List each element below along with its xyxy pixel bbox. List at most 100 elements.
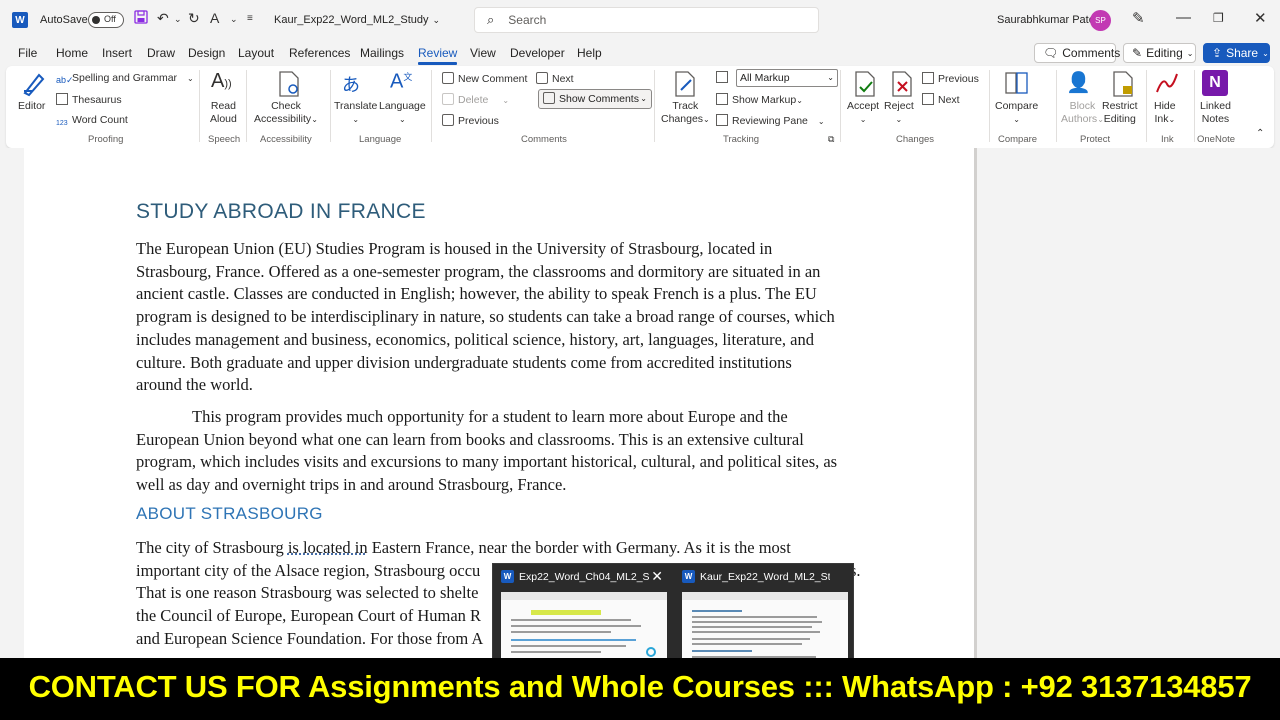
track-changes-button[interactable]: Track Changes⌄ <box>661 100 710 126</box>
restrict-editing-button[interactable]: Restrict Editing <box>1102 100 1138 126</box>
chevron-down-icon: ⌄ <box>1186 48 1194 58</box>
undo-icon[interactable]: ↶ <box>157 10 169 27</box>
autosave-toggle[interactable]: Off <box>88 12 124 28</box>
grammar-flag-text[interactable]: is located in <box>288 538 368 557</box>
undo-dropdown-icon[interactable]: ⌄ <box>174 14 182 25</box>
check-accessibility-button[interactable]: Check Accessibility⌄ <box>254 100 318 126</box>
tab-help[interactable]: Help <box>577 46 602 60</box>
divider <box>1194 70 1195 142</box>
track-line1: Track <box>672 100 699 112</box>
text-line: culture. Both graduate and upper divisio… <box>136 352 792 372</box>
tab-mailings[interactable]: Mailings <box>360 46 404 60</box>
search-box[interactable]: ⌕ Search <box>474 7 819 33</box>
new-comment-button[interactable]: New Comment <box>442 72 527 85</box>
editing-button[interactable]: ✎ Editing ⌄ <box>1123 43 1196 63</box>
tab-file[interactable]: File <box>18 46 37 60</box>
editor-button[interactable]: Editor <box>18 100 45 113</box>
tab-review[interactable]: Review <box>418 46 458 65</box>
delete-comment-button[interactable]: Delete ⌄ <box>442 93 509 106</box>
pen-icon[interactable]: ✎ <box>1132 9 1145 27</box>
next-comment-icon <box>536 72 548 84</box>
group-label-changes: Changes <box>896 134 935 145</box>
redo-icon[interactable]: ↻ <box>188 10 200 27</box>
tab-developer[interactable]: Developer <box>510 46 565 60</box>
group-label-compare: Compare <box>998 134 1038 145</box>
track-line2-text: Changes <box>661 113 704 125</box>
font-color-icon[interactable]: A <box>210 10 219 26</box>
word-count-label: Word Count <box>72 114 128 126</box>
text-line: The European Union (EU) Studies Program … <box>136 239 773 258</box>
minimize-icon[interactable]: — <box>1176 9 1191 26</box>
markup-select[interactable]: All Markup ⌄ <box>736 69 838 87</box>
block-line1: Block <box>1069 100 1096 112</box>
text-run: The city of Strasbourg <box>136 538 288 557</box>
collapse-ribbon-icon[interactable]: ⌃ <box>1256 128 1264 139</box>
save-icon[interactable] <box>134 10 148 27</box>
delete-comment-icon <box>442 93 454 105</box>
comments-button[interactable]: 🗨 Comments <box>1034 43 1120 63</box>
block-authors-button[interactable]: Block Authors⌄ <box>1061 100 1104 126</box>
paragraph-1: The European Union (EU) Studies Program … <box>136 238 866 397</box>
linked-notes-button[interactable]: Linked Notes <box>1200 100 1231 126</box>
chevron-down-icon: ⌄ <box>817 117 825 126</box>
markup-icon <box>716 71 732 84</box>
avatar[interactable]: SP <box>1090 10 1111 31</box>
reviewing-pane-button[interactable]: Reviewing Pane ⌄ <box>716 114 825 127</box>
close-icon[interactable]: ✕ <box>651 568 663 585</box>
next-comment-button[interactable]: Next <box>536 72 574 85</box>
thesaurus-button[interactable]: Thesaurus <box>56 93 122 106</box>
thumbnail-window-2[interactable]: W Kaur_Exp22_Word_ML2_Study - ... <box>674 564 852 661</box>
previous-comment-button[interactable]: Previous <box>442 114 499 127</box>
comment-icon: 🗨 <box>1043 46 1059 60</box>
tab-home[interactable]: Home <box>56 46 88 60</box>
font-color-dropdown-icon[interactable]: ⌄ <box>230 14 238 25</box>
reject-button[interactable]: Reject ⌄ <box>884 100 914 126</box>
heading-about-strasbourg: ABOUT STRASBOURG <box>136 504 323 523</box>
share-button[interactable]: ⇪ Share ⌄ <box>1203 43 1270 63</box>
tab-references[interactable]: References <box>289 46 350 60</box>
hide-ink-button[interactable]: Hide Ink⌄ <box>1154 100 1176 126</box>
divider <box>1056 70 1057 142</box>
tab-design[interactable]: Design <box>188 46 225 60</box>
tracking-dialog-launcher-icon[interactable]: ⧉ <box>828 134 834 145</box>
text-line: includes management and business, econom… <box>136 329 814 349</box>
group-label-tracking: Tracking <box>723 134 760 145</box>
show-comments-label: Show Comments <box>559 93 639 105</box>
compare-icon <box>1004 70 1030 96</box>
show-comments-button[interactable]: Show Comments ⌄ <box>538 89 652 109</box>
close-icon[interactable]: ✕ <box>1254 9 1267 27</box>
compare-button[interactable]: Compare ⌄ <box>995 100 1038 126</box>
check-accessibility-icon <box>276 70 302 97</box>
document-title[interactable]: Kaur_Exp22_Word_ML2_Study ⌄ <box>274 0 440 40</box>
tab-layout[interactable]: Layout <box>238 46 274 60</box>
customize-toolbar-icon[interactable]: ≡ <box>247 13 253 24</box>
text-line: program, which includes visits and excur… <box>136 452 838 472</box>
chevron-down-icon: ⌄ <box>1262 48 1269 58</box>
translate-button[interactable]: Translate ⌄ <box>334 100 377 126</box>
linked-notes-line1: Linked <box>1200 100 1231 112</box>
tab-insert[interactable]: Insert <box>102 46 132 60</box>
comments-button-label: Comments <box>1062 46 1121 60</box>
word-logo-icon: W <box>12 12 28 28</box>
thumbnail-window-1[interactable]: W Exp22_Word_Ch04_ML2_S... ✕ <box>493 564 671 661</box>
tab-view[interactable]: View <box>470 46 496 60</box>
accept-icon <box>852 70 878 97</box>
group-label-onenote: OneNote <box>1197 134 1236 145</box>
previous-change-button[interactable]: Previous <box>922 72 979 85</box>
language-button[interactable]: Language ⌄ <box>379 100 426 126</box>
show-markup-button[interactable]: Show Markup⌄ <box>716 93 803 106</box>
tab-draw[interactable]: Draw <box>147 46 175 60</box>
restrict-editing-icon <box>1110 70 1136 97</box>
vertical-scrollbar[interactable] <box>974 148 977 658</box>
accept-button[interactable]: Accept ⌄ <box>847 100 879 126</box>
restore-icon[interactable]: ❐ <box>1213 11 1224 25</box>
next-change-button[interactable]: Next <box>922 93 960 106</box>
accept-label: Accept <box>847 100 880 112</box>
user-name: Saurabhkumar Patel <box>997 14 1098 26</box>
search-icon: ⌕ <box>487 12 495 27</box>
word-count-button[interactable]: 123 Word Count <box>56 114 128 132</box>
window-preview <box>682 592 848 661</box>
read-aloud-button[interactable]: Read Aloud <box>210 100 237 126</box>
chevron-down-icon: ⌄ <box>796 96 803 105</box>
spelling-grammar-button[interactable]: ab✓Spelling and Grammar ⌄ <box>56 72 194 87</box>
